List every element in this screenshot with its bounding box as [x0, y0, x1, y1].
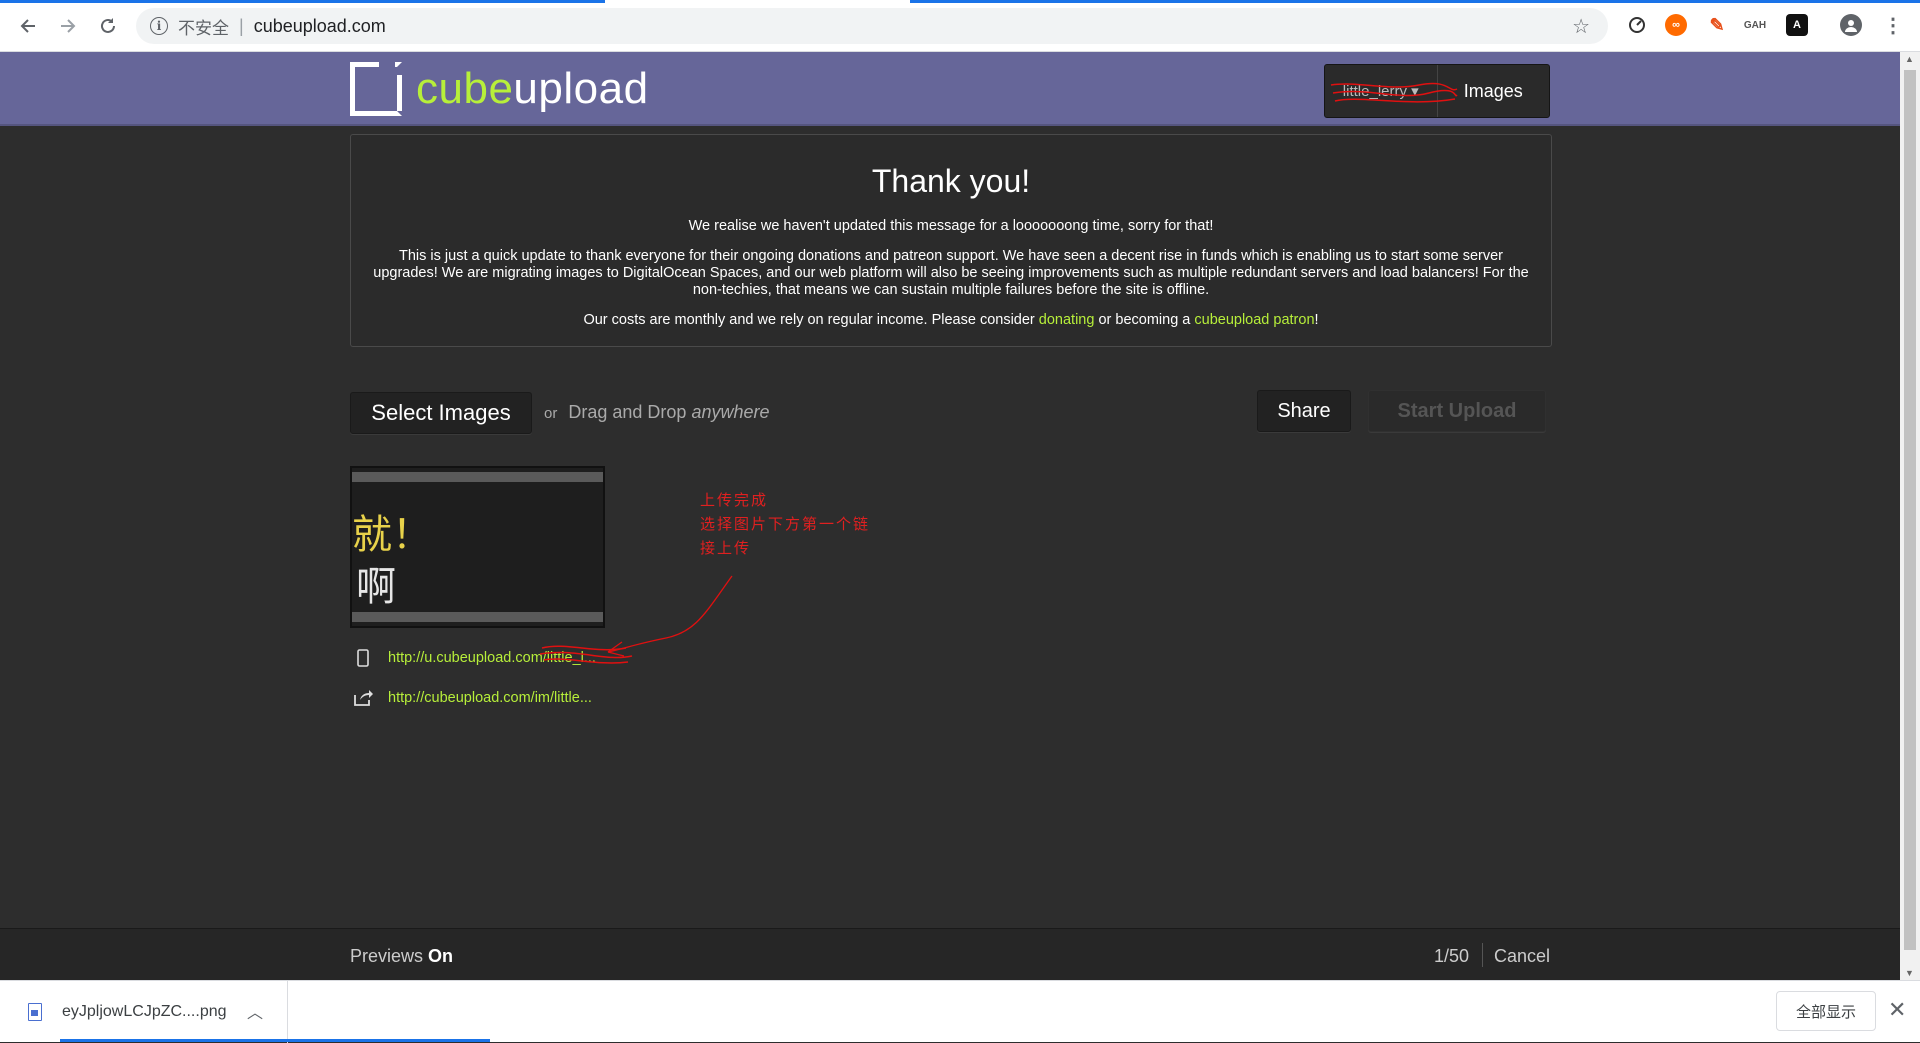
divider: [1482, 943, 1483, 967]
user-nav: little_lerry ▾ Images: [1324, 64, 1550, 118]
address-bar[interactable]: i 不安全 | cubeupload.com ☆: [136, 8, 1608, 44]
select-images-button[interactable]: Select Images: [350, 392, 532, 434]
scrollbar-thumb[interactable]: [1904, 70, 1916, 950]
notice-line-3: Our costs are monthly and we rely on reg…: [583, 312, 1319, 328]
download-shelf: eyJpljowLCJpZC....png ︿ 全部显示 ✕: [0, 980, 1920, 1043]
upload-toolbar: Select Images or Drag and Drop anywhere …: [350, 390, 1552, 434]
scroll-down-icon[interactable]: ▼: [1905, 968, 1914, 978]
image-page-link[interactable]: http://cubeupload.com/im/little...: [388, 690, 592, 706]
user-menu-button[interactable]: little_lerry ▾: [1325, 65, 1458, 117]
share-button[interactable]: Share: [1257, 390, 1351, 432]
menu-dots-icon[interactable]: ⋮: [1882, 14, 1904, 37]
site-logo[interactable]: cubeupload: [350, 62, 649, 116]
share-arrow-icon: [352, 687, 374, 709]
donating-link[interactable]: donating: [1039, 312, 1095, 328]
patron-link[interactable]: cubeupload patron: [1194, 312, 1314, 328]
extension-translate-icon[interactable]: ✎: [1706, 14, 1728, 36]
extension-a-icon[interactable]: A: [1786, 14, 1808, 36]
phone-link-icon: [352, 647, 374, 669]
drag-drop-hint: or Drag and Drop anywhere: [544, 402, 770, 422]
show-all-button[interactable]: 全部显示: [1776, 991, 1876, 1031]
red-annotation: 上传完成 选择图片下方第一个链 接上传: [700, 491, 871, 557]
thumbnail-text-1: 就！: [352, 512, 432, 558]
browser-toolbar: i 不安全 | cubeupload.com ☆ ∞ ✎ GAH A ⋮: [0, 0, 1920, 52]
security-label: 不安全: [178, 18, 229, 38]
forward-icon[interactable]: [54, 12, 82, 40]
tab-indicator: [910, 0, 1920, 3]
upload-footer: Previews On 1/50 Cancel: [0, 928, 1900, 980]
cube-logo-icon: [350, 62, 402, 116]
star-icon[interactable]: ☆: [1572, 14, 1590, 39]
speedometer-icon[interactable]: [1626, 14, 1648, 36]
back-icon[interactable]: [14, 12, 42, 40]
scroll-up-icon[interactable]: ▲: [1905, 54, 1914, 64]
download-filename: eyJpljowLCJpZC....png: [62, 1003, 227, 1020]
logo-text-upload: upload: [513, 64, 649, 113]
extension-infinity-icon[interactable]: ∞: [1665, 14, 1687, 36]
annotation-arrow: [539, 575, 733, 664]
site-header: [0, 52, 1900, 126]
separator: |: [239, 15, 244, 36]
upload-count: 1/50: [1434, 946, 1470, 966]
notice-line-2: This is just a quick update to thank eve…: [373, 248, 1529, 298]
logo-text-cube: cube: [416, 64, 514, 113]
chevron-up-icon[interactable]: ︿: [247, 999, 263, 1023]
page-scrollbar[interactable]: ▲ ▼: [1900, 52, 1920, 980]
thank-you-notice: Thank you! We realise we haven't updated…: [350, 134, 1552, 347]
url-text[interactable]: cubeupload.com: [254, 16, 386, 37]
images-nav-button[interactable]: Images: [1438, 65, 1550, 117]
profile-icon[interactable]: [1840, 14, 1862, 36]
tab-indicator: [0, 0, 605, 3]
cancel-button[interactable]: Cancel: [1494, 946, 1550, 967]
download-item[interactable]: eyJpljowLCJpZC....png ︿: [0, 981, 288, 1043]
info-icon[interactable]: i: [150, 17, 168, 35]
notice-title: Thank you!: [871, 163, 1031, 199]
thumbnail-text-2: 啊: [356, 564, 396, 610]
close-icon[interactable]: ✕: [1888, 997, 1906, 1023]
extension-gah-icon[interactable]: GAH: [1744, 14, 1766, 36]
start-upload-button[interactable]: Start Upload: [1368, 390, 1546, 432]
file-icon: [28, 1003, 42, 1021]
reload-icon[interactable]: [94, 12, 122, 40]
notice-line-1: We realise we haven't updated this messa…: [688, 218, 1214, 234]
page-link-row: http://cubeupload.com/im/little...: [352, 687, 592, 709]
previews-toggle[interactable]: Previews On: [350, 946, 453, 967]
